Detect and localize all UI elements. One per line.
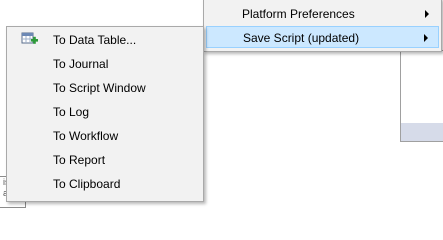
context-menu: Platform Preferences Save Script (update… (203, 0, 442, 52)
menu-item-to-clipboard[interactable]: To Clipboard (9, 173, 201, 195)
menu-item-label: To Clipboard (53, 177, 121, 191)
menu-item-to-data-table[interactable]: To Data Table... (9, 29, 201, 51)
menu-item-label: Platform Preferences (242, 7, 355, 21)
menu-item-label: To Journal (53, 57, 109, 71)
background-window-content (401, 51, 443, 123)
menu-item-to-log[interactable]: To Log (9, 101, 201, 123)
menu-item-save-script[interactable]: Save Script (updated) (206, 26, 439, 48)
menu-item-platform-preferences[interactable]: Platform Preferences (206, 3, 439, 25)
menu-item-label: To Report (53, 153, 106, 167)
menu-item-label: Save Script (updated) (243, 31, 360, 45)
background-window (400, 50, 443, 142)
menu-item-label: To Workflow (53, 129, 119, 143)
menu-item-label: To Data Table... (53, 33, 137, 47)
menu-item-to-report[interactable]: To Report (9, 149, 201, 171)
menu-item-to-journal[interactable]: To Journal (9, 53, 201, 75)
submenu-arrow-icon (424, 34, 428, 42)
menu-item-label: To Log (53, 105, 90, 119)
submenu-arrow-icon (425, 10, 429, 18)
data-table-add-icon (21, 32, 39, 48)
menu-item-to-workflow[interactable]: To Workflow (9, 125, 201, 147)
menu-item-label: To Script Window (53, 81, 146, 95)
save-script-submenu: To Data Table... To Journal To Script Wi… (6, 26, 204, 202)
menu-item-to-script-window[interactable]: To Script Window (9, 77, 201, 99)
